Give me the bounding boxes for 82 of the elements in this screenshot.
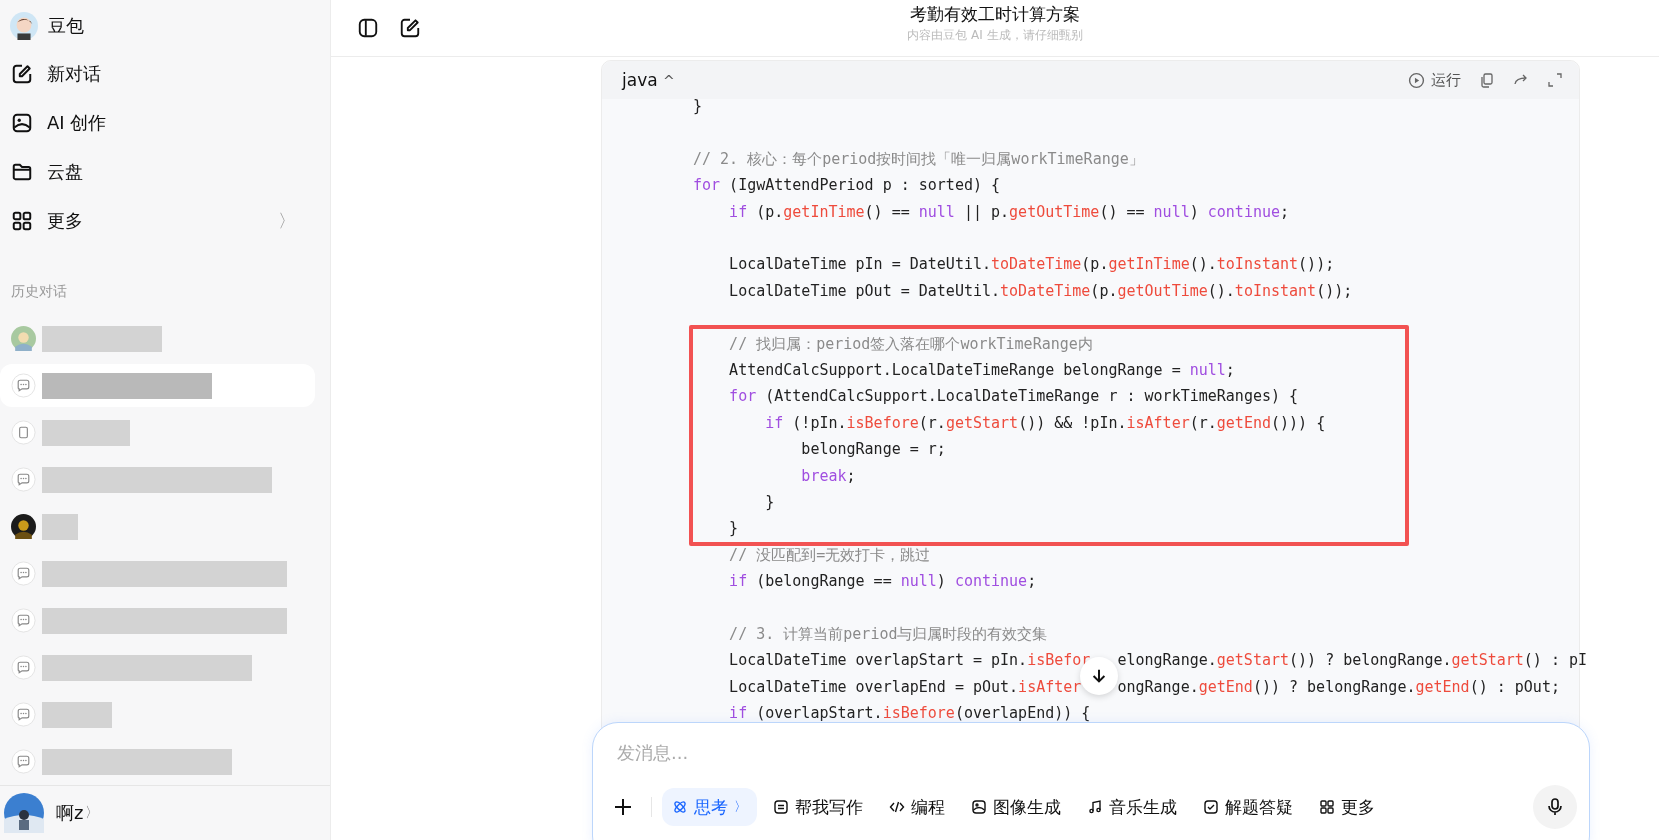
- code-line: if (belongRange == null) continue;: [728, 571, 1038, 593]
- code-line: AttendCalcSupport.LocalDateTimeRange belongRange = null;: [728, 359, 1236, 381]
- tool-chip[interactable]: 编程: [879, 788, 955, 826]
- code-line: // 找归属：period签入落在哪个workTimeRange内: [728, 333, 1094, 355]
- code-line: belongRange = r;: [800, 439, 947, 461]
- tool-chip[interactable]: 更多: [1309, 788, 1385, 826]
- edit-icon: [11, 62, 33, 85]
- section-title: 历史对话: [10, 283, 68, 301]
- code-text: getStart: [1451, 650, 1524, 672]
- code-text: LocalDateTime overlapEnd = pOut.: [728, 676, 1019, 698]
- nav-item[interactable]: 云盘: [0, 147, 330, 196]
- arrow-down-icon: [1090, 667, 1108, 685]
- tool-chip[interactable]: 解题答疑: [1193, 788, 1303, 826]
- code-text: ()) ? belongRange.: [1289, 650, 1452, 672]
- nav-item[interactable]: 更多 〉: [0, 196, 330, 245]
- code-line: LocalDateTime pOut = DateUtil.toDateTime(p.getOutTime().toInstant());: [728, 280, 1354, 302]
- redacted-block: [42, 701, 112, 728]
- image-icon: [11, 111, 33, 134]
- atom-icon: [672, 799, 688, 815]
- code-text: getEnd: [1415, 676, 1470, 698]
- code-line: break;: [800, 465, 857, 487]
- message-input[interactable]: 发消息...: [617, 737, 1217, 767]
- language-selector[interactable]: java ^: [622, 70, 675, 90]
- grid-icon: [11, 209, 33, 232]
- code-icon: [889, 799, 905, 815]
- code-text: () : pOut;: [1469, 676, 1560, 698]
- microphone-button[interactable]: [1533, 785, 1577, 829]
- code-text: elongRange.: [1117, 650, 1217, 672]
- chevron-icon: 〉: [278, 208, 296, 233]
- code-line: // 3. 计算当前period与归属时段的有效交集: [728, 623, 1049, 645]
- code-line: for (AttendCalcSupport.LocalDateTimeRange r : workTimeRanges) {: [728, 386, 1300, 408]
- copy-icon[interactable]: [1479, 72, 1495, 88]
- code-line: }: [728, 518, 740, 540]
- redacted-block: [42, 513, 78, 540]
- chevron-icon: 〉: [85, 804, 100, 822]
- chat-icon: [11, 702, 36, 727]
- code-line: if (p.getInTime() == null || p.getOutTime() == null) continue;: [728, 201, 1291, 223]
- checkbox-icon: [1203, 799, 1219, 815]
- code-text: isAfter: [1018, 676, 1082, 698]
- image-icon: [971, 799, 987, 815]
- code-text: isBefor: [1027, 650, 1091, 672]
- nav-item[interactable]: AI 创作: [0, 98, 330, 147]
- code-line: // 2. 核心：每个period按时间找「唯一归属workTimeRange」: [693, 148, 1145, 170]
- sidebar-toggle-icon[interactable]: [357, 17, 379, 39]
- tool-chip[interactable]: 音乐生成: [1077, 788, 1187, 826]
- code-text: () : pI: [1523, 650, 1588, 672]
- code-text: getEnd: [1198, 676, 1253, 698]
- code-line: if (overlapStart.isBefore(overlapEnd)) {: [728, 703, 1092, 725]
- chat-title: 考勤有效工时计算方案: [910, 3, 1080, 26]
- code-text: ongRange.: [1117, 676, 1199, 698]
- tool-chip[interactable]: 图像生成: [961, 788, 1071, 826]
- code-line: if (!pIn.isBefore(r.getStart()) && !pIn.isAfter(r.getEnd())) {: [764, 412, 1327, 434]
- run-button[interactable]: 运行: [1408, 70, 1461, 90]
- chat-icon: [11, 373, 36, 398]
- grid-icon: [1319, 799, 1335, 815]
- code-line: }: [693, 96, 704, 117]
- microphone-icon: [1545, 797, 1565, 817]
- chat-icon: [11, 467, 36, 492]
- brand-name: 豆包: [48, 14, 84, 38]
- document-icon: [11, 420, 36, 445]
- edit-icon[interactable]: [399, 17, 421, 39]
- code-text: LocalDateTime overlapStart = pIn.: [728, 650, 1028, 672]
- code-text: getStart: [1216, 650, 1290, 672]
- expand-icon[interactable]: [1547, 72, 1563, 88]
- chat-icon: [11, 608, 36, 633]
- tool-chip[interactable]: 帮我写作: [763, 788, 873, 826]
- code-line: LocalDateTime pIn = DateUtil.toDateTime(p.getInTime().toInstant());: [728, 254, 1336, 276]
- play-icon: [1408, 71, 1425, 89]
- plus-icon[interactable]: [613, 797, 633, 817]
- music-note-icon: [1087, 799, 1103, 815]
- code-line: for (IgwAttendPeriod p : sorted) {: [693, 175, 1002, 197]
- nav-item[interactable]: 新对话: [0, 49, 330, 98]
- code-line: // 没匹配到=无效打卡，跳过: [728, 544, 932, 566]
- user-name[interactable]: 啊z: [56, 801, 84, 825]
- disclaimer-text: 内容由豆包 AI 生成，请仔细甄别: [907, 27, 1083, 44]
- tool-chip[interactable]: 思考 〉: [662, 788, 757, 826]
- code-line: }: [764, 491, 776, 513]
- chat-icon: [11, 749, 36, 774]
- note-icon: [773, 799, 789, 815]
- chat-icon: [11, 561, 36, 586]
- chat-icon: [11, 655, 36, 680]
- code-text: ()) ? belongRange.: [1252, 676, 1416, 698]
